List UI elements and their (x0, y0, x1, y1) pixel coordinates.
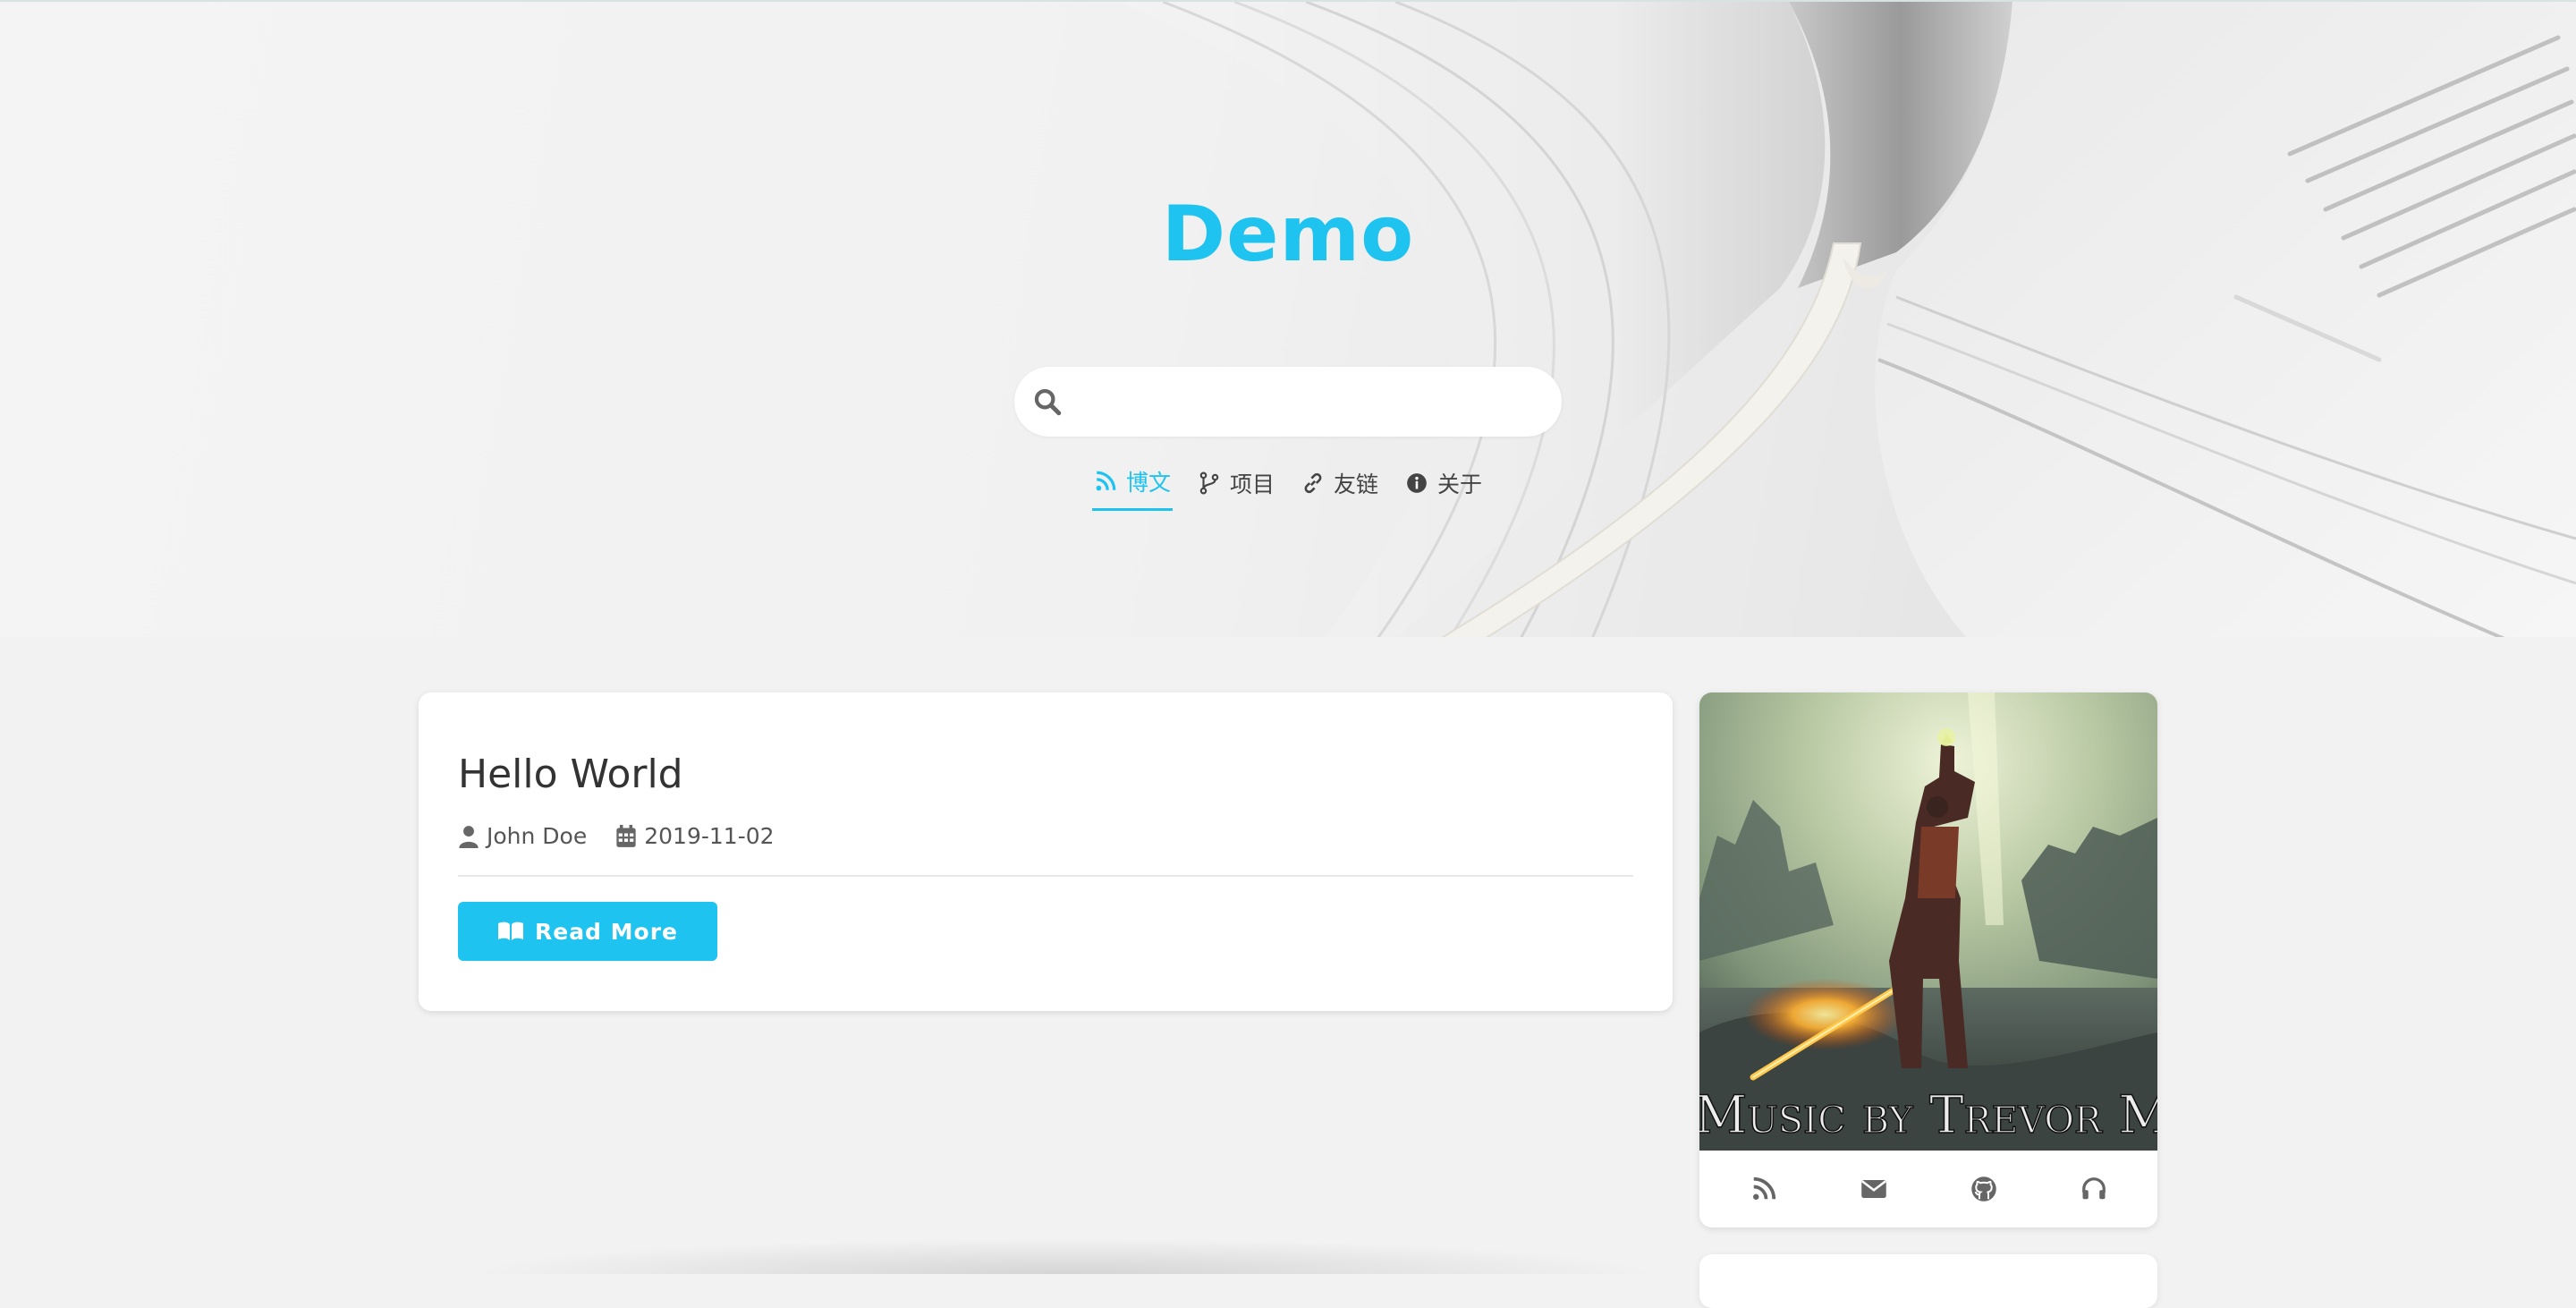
post-meta: John Doe 2019-11-02 (458, 823, 775, 849)
rss-icon (1096, 471, 1116, 491)
info-circle-icon (1407, 472, 1427, 493)
nav-item-blog[interactable]: 博文 (1091, 462, 1173, 511)
post-date-value: 2019-11-02 (644, 823, 775, 849)
music-player-card: Music by Trevor Morris (1699, 692, 2157, 1227)
post-title[interactable]: Hello World (458, 752, 683, 797)
read-more-button[interactable]: Read More (458, 902, 717, 961)
read-more-label: Read More (534, 918, 678, 945)
post-author: John Doe (458, 823, 587, 849)
rss-icon[interactable] (1750, 1176, 1777, 1202)
github-icon[interactable] (1970, 1176, 1997, 1202)
sidebar-card-secondary (1699, 1254, 2157, 1308)
post-date: 2019-11-02 (615, 823, 775, 849)
envelope-icon[interactable] (1860, 1176, 1887, 1202)
user-icon (459, 825, 479, 848)
hero-background-image (1118, 2, 2576, 637)
post-card: Hello World John Doe 2019-11-02 Read Mor… (419, 692, 1673, 1011)
nav-item-projects[interactable]: 项目 (1196, 462, 1276, 511)
album-caption: Music by Trevor Morris (1699, 1084, 2157, 1145)
search-icon (1034, 388, 1062, 416)
book-open-icon (497, 922, 523, 940)
code-branch-icon (1199, 471, 1219, 494)
nav-item-links[interactable]: 友链 (1300, 462, 1380, 511)
divider (458, 875, 1633, 877)
search-input[interactable] (1077, 376, 1542, 428)
hero-header: Demo 博文 项目 友链 关于 (0, 0, 2576, 637)
card-shadow (465, 1238, 1664, 1274)
nav-item-label: 友链 (1334, 471, 1379, 497)
nav-item-label: 关于 (1437, 471, 1483, 497)
post-author-name: John Doe (487, 823, 588, 849)
social-icons (1699, 1151, 2157, 1227)
link-icon (1304, 472, 1322, 493)
calendar-icon (616, 824, 636, 847)
site-title[interactable]: Demo (0, 190, 2576, 279)
headphones-icon[interactable] (2080, 1176, 2107, 1202)
search-box[interactable] (1014, 367, 1562, 437)
nav-item-label: 项目 (1229, 471, 1275, 497)
main-nav: 博文 项目 友链 关于 (0, 462, 2576, 511)
nav-item-label: 博文 (1125, 470, 1171, 496)
nav-item-about[interactable]: 关于 (1403, 462, 1484, 511)
album-cover-image[interactable]: Music by Trevor Morris (1699, 692, 2157, 1151)
